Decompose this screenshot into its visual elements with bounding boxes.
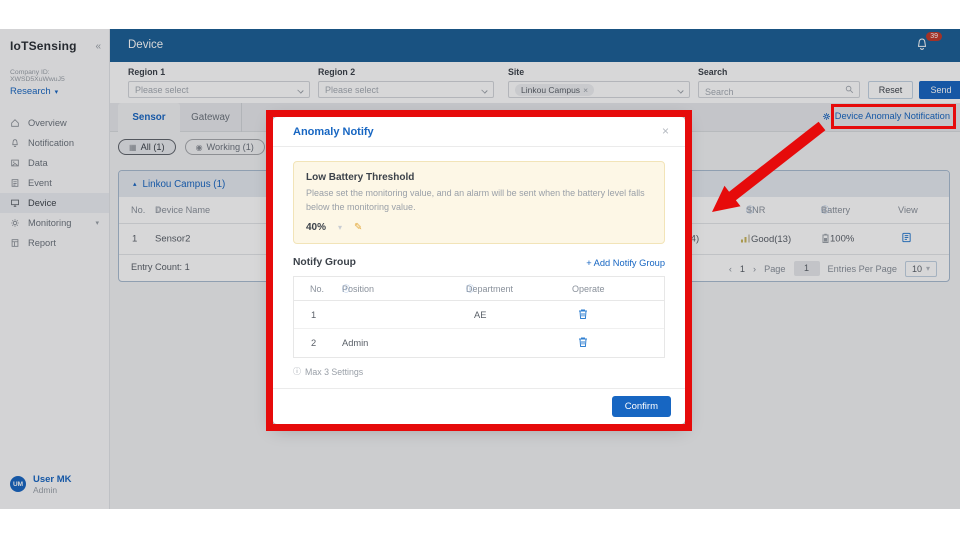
notify-row: 2 Admin <box>294 329 664 357</box>
cell-no: 1 <box>311 310 316 320</box>
modal-footer: Confirm <box>273 388 685 424</box>
trash-icon <box>578 337 588 348</box>
threshold-value[interactable]: 40% <box>306 222 326 233</box>
col-no: No. <box>310 284 324 294</box>
notify-table-header: No. Position ⓘ Department ⓘ Operate <box>294 277 664 301</box>
low-battery-threshold-panel: Low Battery Threshold Please set the mon… <box>293 161 665 244</box>
cell-no: 2 <box>311 338 316 348</box>
note-text: Max 3 Settings <box>305 367 363 377</box>
modal-title: Anomaly Notify <box>293 126 374 138</box>
notify-group-title: Notify Group <box>293 257 356 268</box>
threshold-description: Please set the monitoring value, and an … <box>306 187 666 214</box>
threshold-title: Low Battery Threshold <box>306 172 652 183</box>
info-icon: ⓘ <box>342 283 350 294</box>
notify-group-table: No. Position ⓘ Department ⓘ Operate 1 AE… <box>293 276 665 358</box>
confirm-button[interactable]: Confirm <box>612 396 671 417</box>
anomaly-notify-modal: Anomaly Notify × Low Battery Threshold P… <box>273 117 685 424</box>
notify-row: 1 AE <box>294 301 664 329</box>
col-operate: Operate <box>572 284 605 294</box>
delete-button[interactable] <box>578 337 588 350</box>
close-icon[interactable]: × <box>662 124 669 138</box>
modal-body: Low Battery Threshold Please set the mon… <box>273 147 685 377</box>
delete-button[interactable] <box>578 308 588 321</box>
trash-icon <box>578 308 588 319</box>
chevron-down-icon[interactable]: ▾ <box>338 223 342 232</box>
max-settings-note: ⓘ Max 3 Settings <box>293 366 665 377</box>
info-icon: ⓘ <box>293 366 301 377</box>
edit-pencil-icon[interactable]: ✎ <box>354 222 362 233</box>
modal-header: Anomaly Notify × <box>273 117 685 147</box>
cell-department: AE <box>474 310 486 320</box>
info-icon: ⓘ <box>466 283 474 294</box>
cell-position: Admin <box>342 338 368 348</box>
add-notify-group-button[interactable]: + Add Notify Group <box>586 258 665 268</box>
